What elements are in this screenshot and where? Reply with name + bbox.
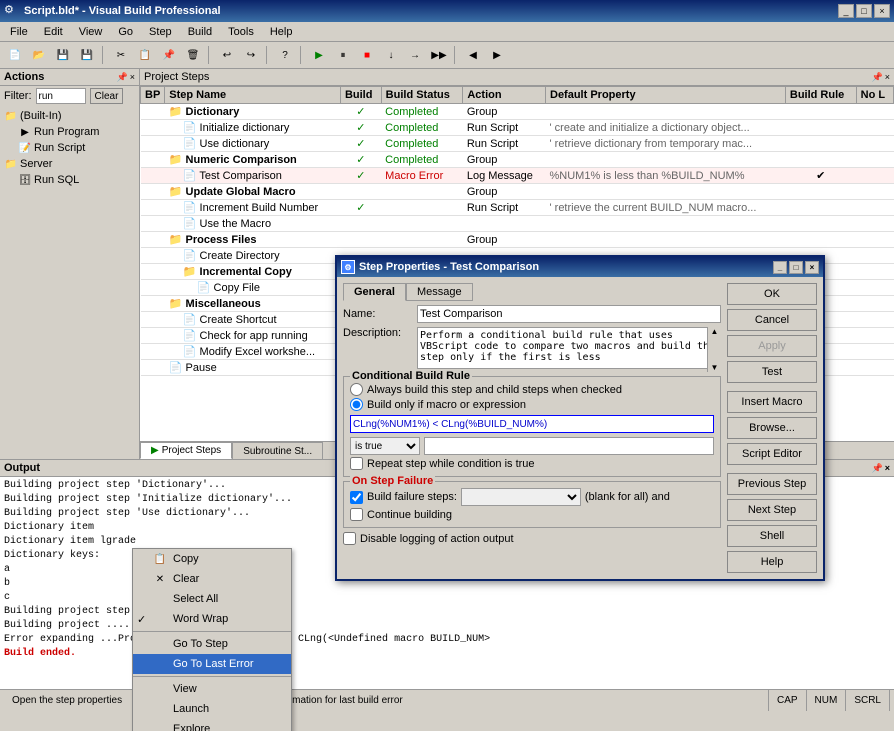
ctx-select-all[interactable]: Select All [133,589,291,609]
apply-button[interactable]: Apply [727,335,817,357]
view-icon [153,682,167,696]
modal-overlay: ⚙ Step Properties - Test Comparison _ □ … [0,0,894,731]
radio-always-build-label: Always build this step and child steps w… [367,384,622,396]
repeat-label: Repeat step while condition is true [367,458,535,470]
build-failure-checkbox[interactable] [350,491,363,504]
name-input[interactable] [417,305,721,323]
next-step-button[interactable]: Next Step [727,499,817,521]
dialog-left: General Message Name: Description: Perfo… [343,283,721,573]
dialog-title-text: Step Properties - Test Comparison [359,261,539,273]
dialog-title-buttons: _ □ × [773,261,819,274]
continue-label: Continue building [367,509,452,521]
select-all-icon [153,592,167,606]
previous-step-button[interactable]: Previous Step [727,473,817,495]
dialog-title-bar: ⚙ Step Properties - Test Comparison _ □ … [337,257,823,277]
conditional-build-rule-title: Conditional Build Rule [350,370,472,382]
radio-build-if-input[interactable] [350,398,363,411]
ctx-word-wrap[interactable]: ✓ Word Wrap [133,609,291,629]
build-failure-label: Build failure steps: [367,491,457,503]
ctx-sep-1 [133,631,291,632]
ctx-copy-label: Copy [173,553,199,565]
ctx-launch[interactable]: Launch [133,699,291,719]
step-properties-dialog: ⚙ Step Properties - Test Comparison _ □ … [335,255,825,581]
build-failure-row: Build failure steps: (blank for all) and [350,488,714,506]
build-failure-select[interactable] [461,488,581,506]
ctx-goto-last-error[interactable]: Go To Last Error [133,654,291,674]
radio-build-if-label: Build only if macro or expression [367,399,526,411]
repeat-checkbox[interactable] [350,457,363,470]
radio-always-build: Always build this step and child steps w… [350,383,714,396]
ctx-view[interactable]: View [133,679,291,699]
description-label: Description: [343,327,413,339]
ctx-clear[interactable]: ✕ Clear [133,569,291,589]
cancel-button[interactable]: Cancel [727,309,817,331]
browse-button[interactable]: Browse... [727,417,817,439]
ctx-explore[interactable]: Explore [133,719,291,731]
dialog-icon: ⚙ [341,260,355,274]
dialog-body: General Message Name: Description: Perfo… [337,277,823,579]
radio-always-build-input[interactable] [350,383,363,396]
goto-error-icon [153,657,167,671]
is-true-row: is true [350,437,714,455]
blank-for-all: (blank for all) and [585,491,670,503]
is-true-select[interactable]: is true [350,437,420,455]
continue-checkbox[interactable] [350,508,363,521]
ctx-view-label: View [173,683,197,695]
word-wrap-icon [153,612,167,626]
expression-input[interactable] [350,415,714,433]
desc-scroll-down[interactable]: ▼ [711,363,719,372]
ctx-launch-label: Launch [173,703,209,715]
ctx-copy[interactable]: 📋 Copy [133,549,291,569]
ctx-goto-last-error-label: Go To Last Error [173,658,254,670]
disable-logging-row: Disable logging of action output [343,532,721,545]
ctx-word-wrap-label: Word Wrap [173,613,228,625]
is-true-input[interactable] [424,437,714,455]
repeat-check-row: Repeat step while condition is true [350,457,714,470]
disable-logging-label: Disable logging of action output [360,533,514,545]
explore-icon [153,722,167,731]
context-menu: 📋 Copy ✕ Clear Select All ✓ Word Wrap Go… [132,548,292,731]
dialog-maximize[interactable]: □ [789,261,803,274]
test-button[interactable]: Test [727,361,817,383]
name-row: Name: [343,305,721,323]
copy-icon: 📋 [153,552,167,566]
radio-build-if: Build only if macro or expression [350,398,714,411]
ok-button[interactable]: OK [727,283,817,305]
disable-logging-checkbox[interactable] [343,532,356,545]
conditional-build-rule-group: Conditional Build Rule Always build this… [343,376,721,477]
shell-button[interactable]: Shell [727,525,817,547]
continue-row: Continue building [350,508,714,521]
goto-step-icon [153,637,167,651]
script-editor-button[interactable]: Script Editor [727,443,817,465]
ctx-goto-step[interactable]: Go To Step [133,634,291,654]
tab-general[interactable]: General [343,283,406,301]
desc-scroll-up[interactable]: ▲ [711,327,719,336]
insert-macro-button[interactable]: Insert Macro [727,391,817,413]
clear-icon: ✕ [153,572,167,586]
ctx-sep-2 [133,676,291,677]
name-label: Name: [343,308,413,320]
dialog-close[interactable]: × [805,261,819,274]
description-row: Description: Perform a conditional build… [343,327,721,372]
on-failure-group: On Step Failure Build failure steps: (bl… [343,481,721,528]
dialog-minimize[interactable]: _ [773,261,787,274]
launch-icon [153,702,167,716]
dialog-tabs: General Message [343,283,721,301]
ctx-goto-step-label: Go To Step [173,638,228,650]
tab-message[interactable]: Message [406,283,473,301]
help-button[interactable]: Help [727,551,817,573]
on-failure-title: On Step Failure [350,475,435,487]
word-wrap-check: ✓ [137,613,146,626]
ctx-select-all-label: Select All [173,593,218,605]
dialog-buttons: OK Cancel Apply Test Insert Macro Browse… [727,283,817,573]
ctx-clear-label: Clear [173,573,199,585]
description-input[interactable]: Perform a conditional build rule that us… [417,327,721,369]
ctx-explore-label: Explore [173,723,210,731]
